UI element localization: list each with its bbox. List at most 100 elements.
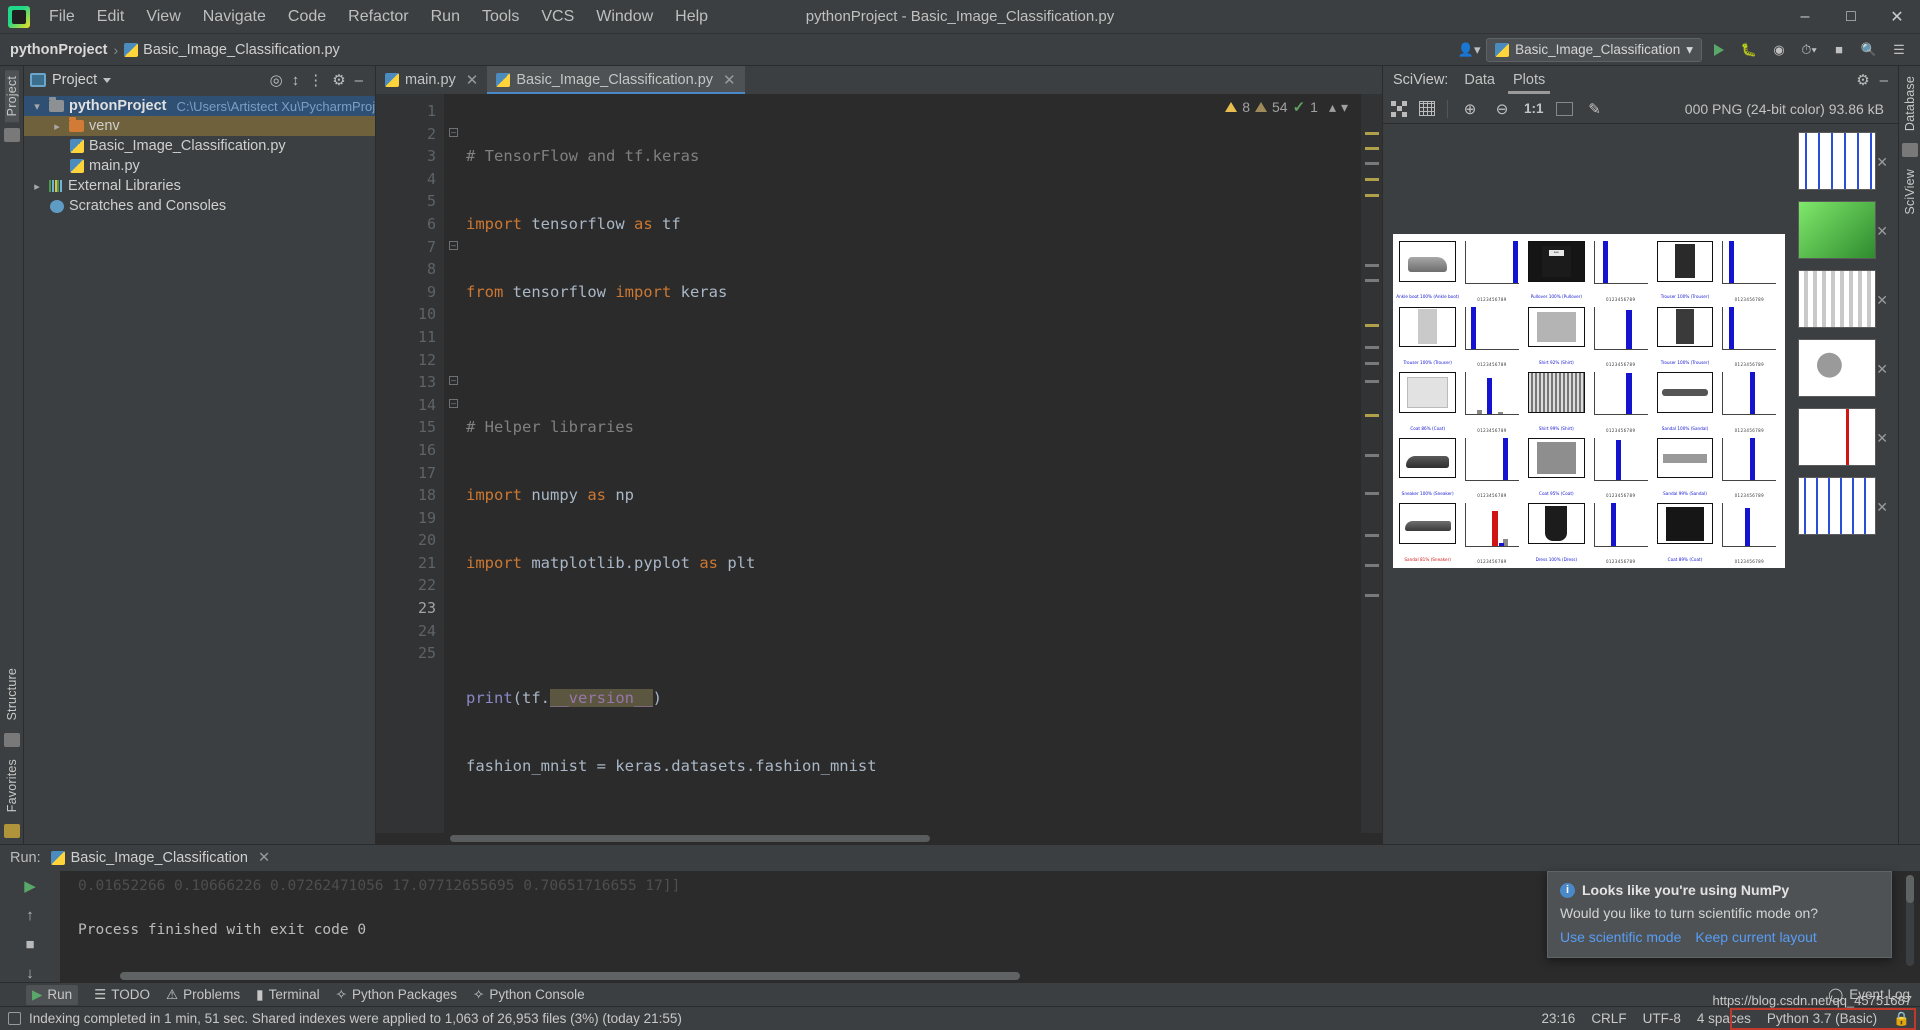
chevron-up-icon[interactable]: ▴ [1329, 99, 1336, 116]
grid-icon[interactable] [1419, 101, 1435, 116]
rail-structure-button[interactable]: Structure [5, 662, 19, 727]
close-icon[interactable]: ✕ [258, 850, 270, 866]
bottom-item-python-console[interactable]: ✧ Python Console [473, 987, 585, 1003]
status-line-separator[interactable]: CRLF [1591, 1011, 1626, 1026]
menu-file[interactable]: File [38, 3, 86, 31]
menu-navigate[interactable]: Navigate [192, 3, 277, 31]
thumbnail-2[interactable] [1798, 201, 1876, 259]
tree-item-external-libraries[interactable]: ▸ External Libraries [24, 176, 375, 196]
search-icon[interactable]: 🔍 [1856, 38, 1882, 62]
color-picker-icon[interactable]: ✎ [1585, 99, 1605, 119]
close-icon[interactable]: ✕ [1876, 499, 1888, 516]
close-icon[interactable]: ✕ [1876, 361, 1888, 378]
stop-icon[interactable]: ■ [1826, 38, 1852, 62]
maximize-button[interactable]: □ [1828, 0, 1874, 33]
menu-run[interactable]: Run [420, 3, 471, 31]
close-button[interactable]: ✕ [1874, 0, 1920, 33]
settings-icon[interactable]: ⚙ [332, 73, 345, 88]
close-icon[interactable]: ✕ [723, 71, 736, 89]
user-avatar-icon[interactable]: 👤▾ [1456, 38, 1482, 62]
chevron-down-icon[interactable] [103, 77, 112, 83]
menu-tools[interactable]: Tools [471, 3, 530, 31]
coverage-icon[interactable]: ◉ [1766, 38, 1792, 62]
menu-view[interactable]: View [135, 3, 191, 31]
chevron-right-icon[interactable]: ▸ [50, 120, 64, 133]
expand-all-icon[interactable]: ⋮ [308, 73, 323, 88]
menu-vcs[interactable]: VCS [530, 3, 585, 31]
debug-icon[interactable]: 🐛 [1736, 38, 1762, 62]
editor-horizontal-scrollbar[interactable] [376, 833, 1382, 844]
tree-item-venv[interactable]: ▸ venv [24, 116, 375, 136]
tab-basic-image-classification-py[interactable]: Basic_Image_Classification.py ✕ [487, 66, 745, 94]
sciview-tab-plots[interactable]: Plots [1507, 68, 1551, 94]
rerun-icon[interactable]: ▶ [24, 877, 36, 895]
database-icon[interactable] [1901, 143, 1918, 158]
fit-content-icon[interactable] [1391, 100, 1407, 117]
bottom-item-python-packages[interactable]: ✧ Python Packages [336, 987, 457, 1003]
bottom-item-problems[interactable]: ⚠ Problems [166, 987, 240, 1003]
actual-size-label[interactable]: 1:1 [1524, 99, 1544, 119]
console-vertical-scrollbar[interactable] [1906, 875, 1914, 966]
rail-folder-icon[interactable] [3, 128, 20, 143]
keep-current-layout-link[interactable]: Keep current layout [1695, 929, 1816, 945]
chevron-down-icon[interactable]: ▾ [1341, 99, 1348, 116]
tab-main-py[interactable]: main.py ✕ [376, 66, 487, 94]
breadcrumb-file[interactable]: Basic_Image_Classification.py [124, 42, 340, 58]
close-icon[interactable]: ✕ [1876, 430, 1888, 447]
rail-sciview-button[interactable]: SciView [1903, 163, 1917, 221]
thumbnail-item[interactable]: ✕ [1798, 132, 1894, 190]
chevron-down-icon[interactable]: ▾ [30, 100, 44, 113]
rail-build-icon[interactable] [3, 732, 20, 747]
menu-help[interactable]: Help [664, 3, 719, 31]
zoom-in-icon[interactable]: ⊕ [1460, 99, 1480, 119]
thumbnail-item[interactable]: ✕ [1798, 270, 1894, 328]
locate-icon[interactable]: ◎ [270, 73, 283, 88]
menu-code[interactable]: Code [277, 3, 337, 31]
bottom-item-todo[interactable]: ☰ TODO [94, 987, 150, 1003]
tree-item-pythonproject[interactable]: ▾ pythonProject C:\Users\Artistect Xu\Py… [24, 96, 375, 116]
rail-database-button[interactable]: Database [1903, 70, 1917, 137]
event-log-button[interactable]: ◯ Event Log [1828, 987, 1920, 1003]
run-tab[interactable]: Basic_Image_Classification ✕ [50, 850, 270, 866]
thumbnail-item[interactable]: ✕ [1798, 408, 1894, 466]
thumbnail-item[interactable]: ✕ [1798, 201, 1894, 259]
thumbnail-1[interactable] [1798, 132, 1876, 190]
rail-star-icon[interactable] [3, 824, 20, 838]
profile-icon[interactable]: ⏱▾ [1796, 38, 1822, 62]
plot-thumbnail-list[interactable]: ✕ ✕ ✕ ✕ ✕ ✕ [1794, 124, 1898, 844]
close-icon[interactable]: ✕ [466, 71, 479, 89]
minimize-button[interactable]: – [1782, 0, 1828, 33]
plot-canvas[interactable]: Ankle boot 100% (Ankle boot) 0123456789 … [1383, 124, 1794, 844]
tree-item-scratches[interactable]: Scratches and Consoles [24, 196, 375, 216]
bottom-item-run[interactable]: ▶ Run [26, 984, 79, 1005]
code-text[interactable]: # TensorFlow and tf.keras import tensorf… [444, 94, 1382, 833]
status-encoding[interactable]: UTF-8 [1643, 1011, 1681, 1026]
thumbnail-3[interactable] [1798, 270, 1876, 328]
hamburger-icon[interactable]: ☰ [1886, 38, 1912, 62]
scroll-down-icon[interactable]: ↓ [26, 965, 34, 982]
scroll-up-icon[interactable]: ↑ [26, 907, 34, 924]
thumbnail-item[interactable]: ✕ [1798, 339, 1894, 397]
use-scientific-mode-link[interactable]: Use scientific mode [1560, 929, 1681, 945]
rail-favorites-button[interactable]: Favorites [5, 753, 19, 818]
run-icon[interactable] [1706, 38, 1732, 62]
sciview-tab-data[interactable]: Data [1462, 68, 1497, 92]
zoom-out-icon[interactable]: ⊖ [1492, 99, 1512, 119]
breadcrumb-project[interactable]: pythonProject [10, 42, 107, 58]
close-icon[interactable]: ✕ [1876, 223, 1888, 240]
tree-item-main[interactable]: main.py [24, 156, 375, 176]
menu-refactor[interactable]: Refactor [337, 3, 419, 31]
collapse-all-icon[interactable]: ↕ [292, 73, 300, 88]
thumbnail-item[interactable]: ✕ [1798, 477, 1894, 535]
tree-item-basic-image-classification[interactable]: Basic_Image_Classification.py [24, 136, 375, 156]
close-icon[interactable]: ✕ [1876, 154, 1888, 171]
inspection-marker-bar[interactable] [1360, 94, 1382, 833]
bottom-item-terminal[interactable]: ▮ Terminal [256, 987, 319, 1003]
thumbnail-5[interactable] [1798, 408, 1876, 466]
thumbnail-6[interactable] [1798, 477, 1876, 535]
stop-icon[interactable]: ■ [25, 936, 34, 953]
rail-project-button[interactable]: Project [4, 70, 19, 123]
settings-icon[interactable]: ⚙ [1856, 73, 1869, 88]
hide-icon[interactable]: – [1880, 73, 1888, 88]
chevron-right-icon[interactable]: ▸ [30, 180, 44, 193]
